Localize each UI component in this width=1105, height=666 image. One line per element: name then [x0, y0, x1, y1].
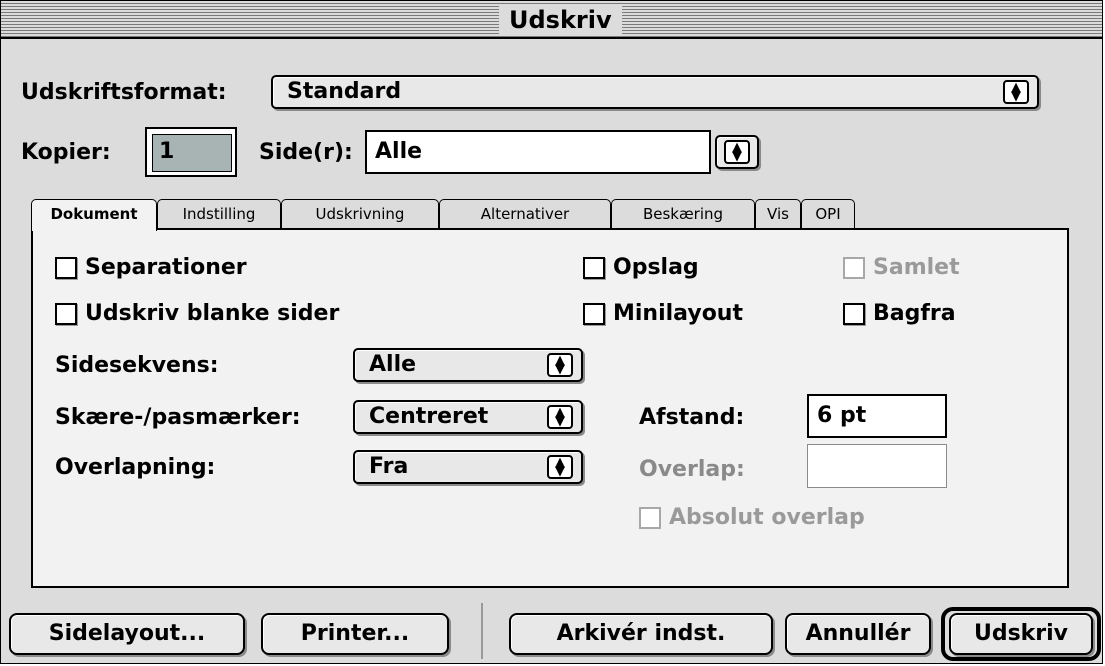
tab-vis[interactable]: Vis: [755, 199, 801, 229]
pages-label: Side(r):: [259, 140, 353, 165]
checkbox-box: [55, 257, 77, 279]
popup-arrows-icon: ▲ ▼: [547, 455, 573, 479]
annuller-button[interactable]: Annullér: [785, 613, 931, 655]
tab-dokument[interactable]: Dokument: [31, 199, 157, 231]
pages-value: Alle: [375, 139, 423, 164]
sidesekvens-popup[interactable]: Alle ▲ ▼: [353, 348, 583, 382]
popup-arrows-icon: ▲ ▼: [547, 353, 573, 377]
printer-button[interactable]: Printer...: [261, 613, 449, 655]
close-box[interactable]: [1, 1, 9, 37]
separationer-label: Separationer: [85, 255, 247, 280]
overlapning-value: Fra: [369, 454, 409, 479]
absolut-overlap-label: Absolut overlap: [669, 505, 865, 530]
marks-value: Centreret: [369, 404, 489, 429]
afstand-value: 6 pt: [817, 403, 867, 428]
popup-arrows-icon: ▲ ▼: [724, 140, 750, 164]
bagfra-checkbox[interactable]: Bagfra: [843, 300, 956, 328]
overlap-field: [807, 444, 947, 488]
print-dialog: Udskriv Udskriftsformat: Standard ▲ ▼ Kop…: [0, 0, 1103, 664]
opslag-label: Opslag: [613, 255, 699, 280]
copies-value: 1: [159, 139, 175, 164]
title-bar[interactable]: Udskriv: [1, 1, 1102, 39]
popup-arrows-icon: ▲ ▼: [1003, 80, 1029, 104]
sidesekvens-label: Sidesekvens:: [55, 353, 219, 378]
overlapning-popup[interactable]: Fra ▲ ▼: [353, 450, 583, 484]
pages-field[interactable]: Alle: [365, 130, 711, 174]
copies-label: Kopier:: [21, 140, 111, 165]
absolut-overlap-checkbox: Absolut overlap: [639, 504, 865, 532]
checkbox-box: [583, 257, 605, 279]
tab-indstilling[interactable]: Indstilling: [157, 199, 281, 229]
blanke-sider-label: Udskriv blanke sider: [85, 301, 340, 326]
checkbox-box: [639, 507, 661, 529]
checkbox-box: [583, 303, 605, 325]
divider: [481, 603, 483, 659]
overlap-label: Overlap:: [639, 457, 745, 482]
overlapning-label: Overlapning:: [55, 455, 216, 480]
marks-label: Skære-/pasmærker:: [55, 405, 301, 430]
samlet-label: Samlet: [873, 255, 960, 280]
tab-udskrivning[interactable]: Udskrivning: [281, 199, 439, 229]
sidesekvens-value: Alle: [369, 352, 417, 377]
udskriv-button[interactable]: Udskriv: [949, 613, 1093, 655]
opslag-checkbox[interactable]: Opslag: [583, 254, 699, 282]
bagfra-label: Bagfra: [873, 301, 956, 326]
minilayout-label: Minilayout: [613, 301, 743, 326]
afstand-label: Afstand:: [639, 405, 745, 430]
format-label: Udskriftsformat:: [21, 80, 227, 105]
pages-popup[interactable]: ▲ ▼: [715, 135, 759, 169]
separationer-checkbox[interactable]: Separationer: [55, 254, 247, 282]
arkiver-button[interactable]: Arkivér indst.: [509, 613, 773, 655]
format-popup[interactable]: Standard ▲ ▼: [271, 75, 1039, 109]
afstand-field[interactable]: 6 pt: [807, 394, 947, 438]
checkbox-box: [843, 257, 865, 279]
marks-popup[interactable]: Centreret ▲ ▼: [353, 400, 583, 434]
popup-arrows-icon: ▲ ▼: [547, 405, 573, 429]
tab-panel: Separationer Udskriv blanke sider Opslag…: [31, 228, 1069, 588]
window-title: Udskriv: [499, 5, 622, 35]
copies-field[interactable]: 1: [145, 127, 237, 177]
minilayout-checkbox[interactable]: Minilayout: [583, 300, 743, 328]
blanke-sider-checkbox[interactable]: Udskriv blanke sider: [55, 300, 339, 328]
format-value: Standard: [287, 79, 402, 104]
copies-selection: 1: [152, 134, 232, 172]
checkbox-box: [843, 303, 865, 325]
checkbox-box: [55, 303, 77, 325]
samlet-checkbox: Samlet: [843, 254, 960, 282]
sidelayout-button[interactable]: Sidelayout...: [9, 613, 245, 655]
tab-beskaering[interactable]: Beskæring: [611, 199, 755, 229]
tab-opi[interactable]: OPI: [801, 199, 855, 229]
tab-alternativer[interactable]: Alternativer: [439, 199, 611, 229]
